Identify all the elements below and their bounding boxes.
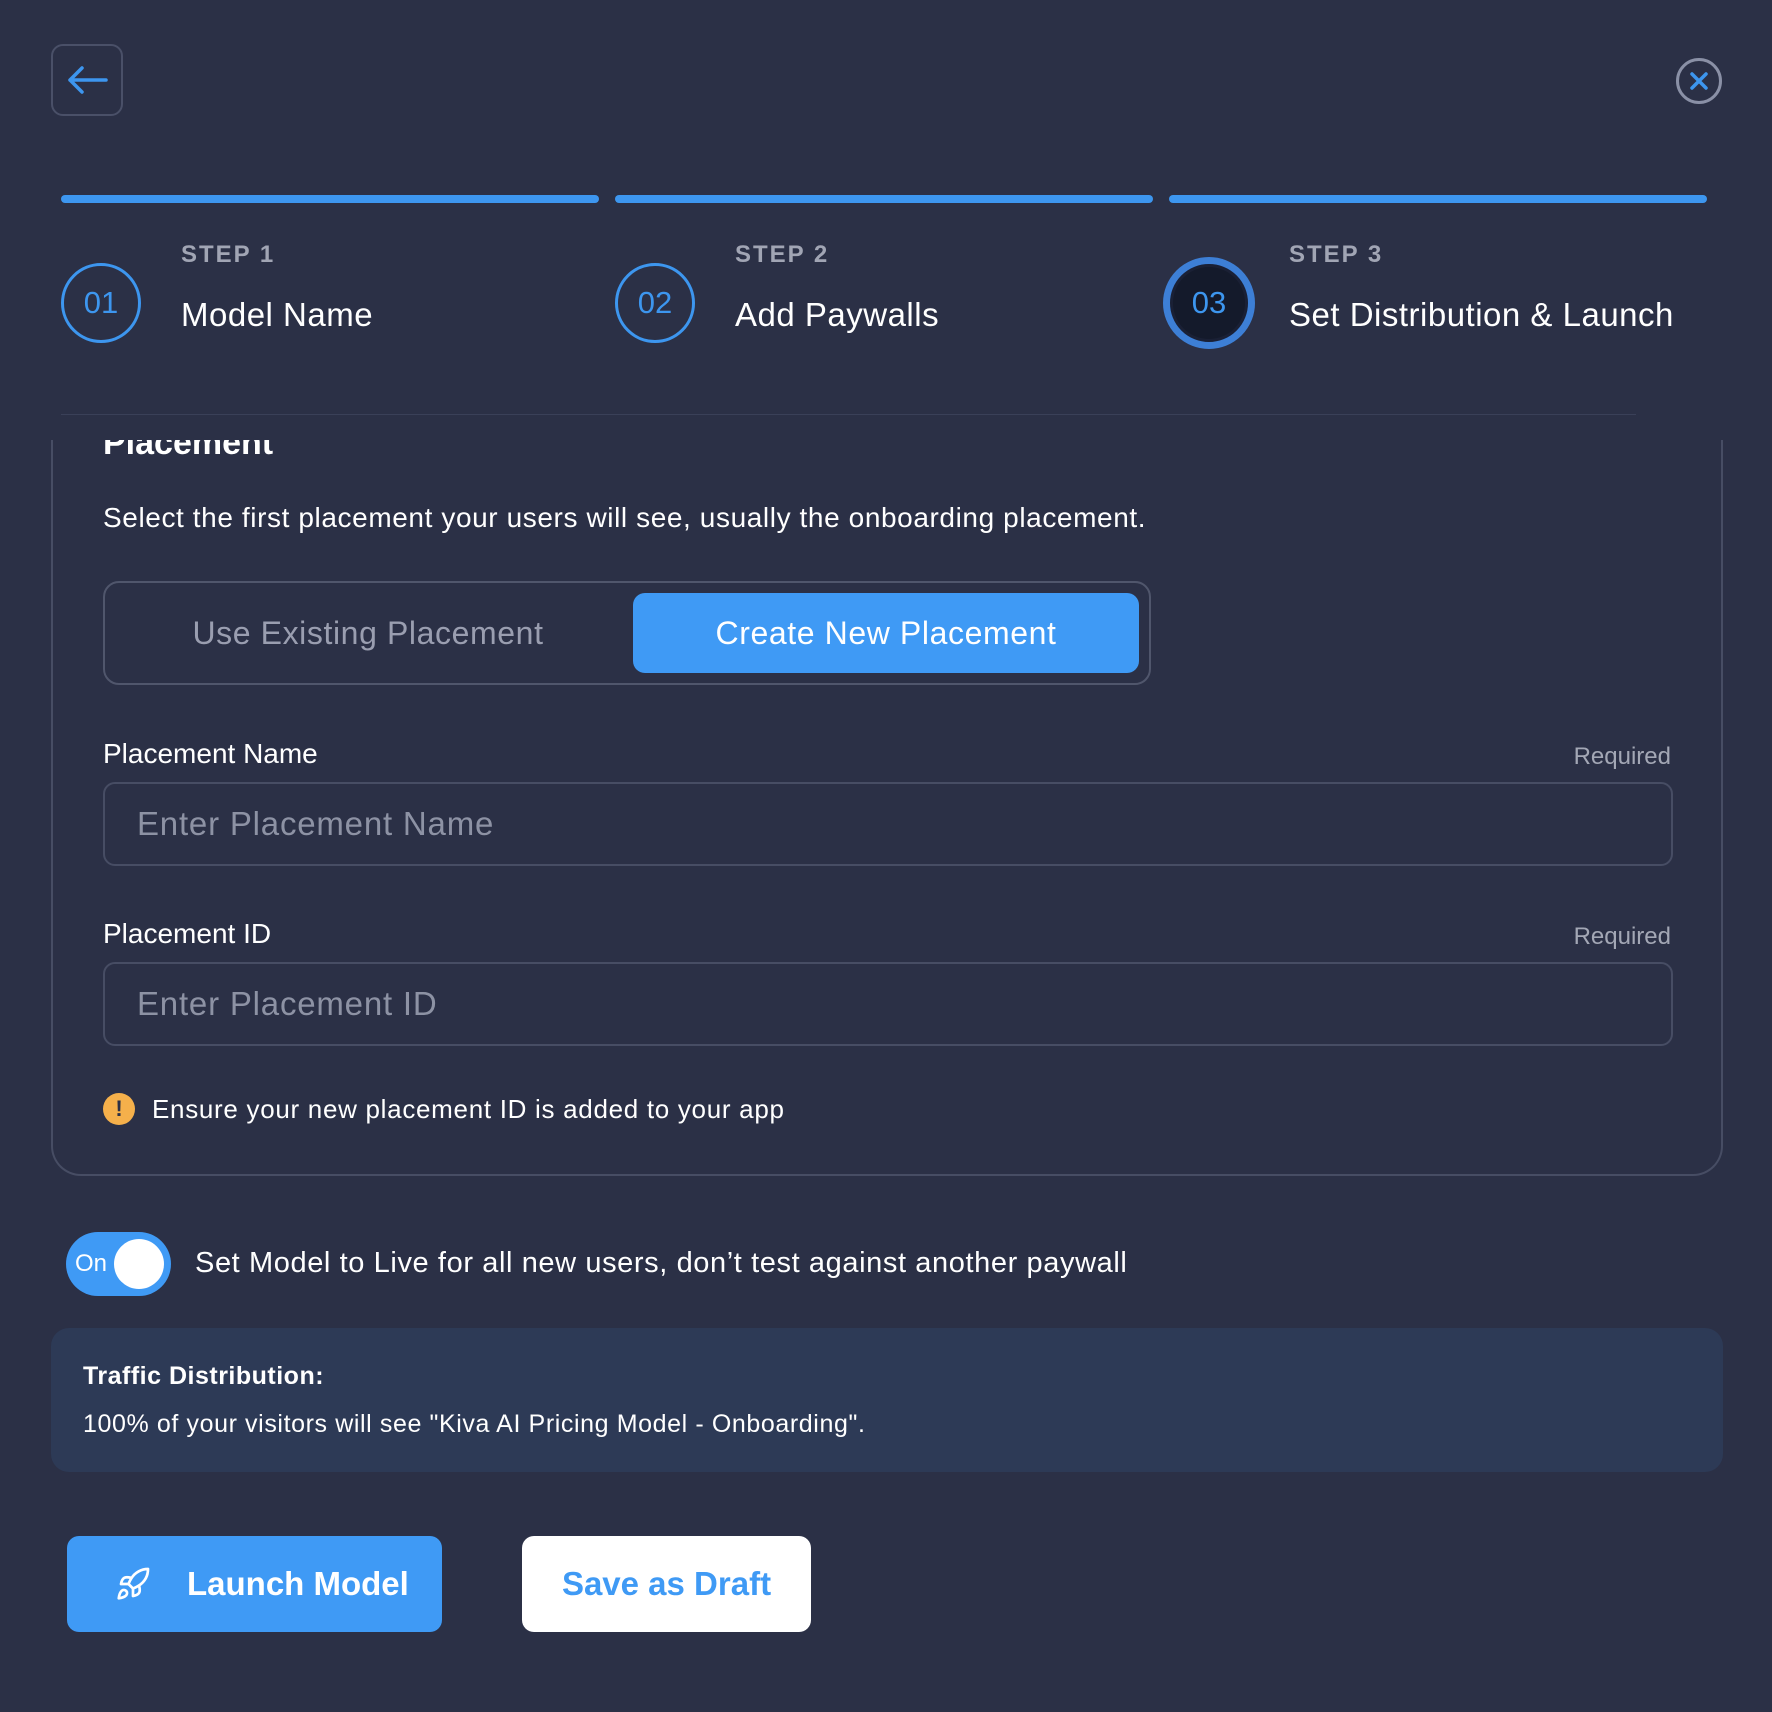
step-1-number: 01 xyxy=(61,263,141,343)
toggle-knob xyxy=(114,1239,164,1289)
step-2[interactable]: 02 STEP 2 Add Paywalls xyxy=(615,195,1153,355)
back-button[interactable] xyxy=(51,44,123,116)
launch-model-button[interactable]: Launch Model xyxy=(67,1536,442,1632)
save-as-draft-button[interactable]: Save as Draft xyxy=(522,1536,811,1632)
placement-name-required: Required xyxy=(1573,743,1671,770)
toggle-state-label: On xyxy=(75,1250,108,1277)
placement-mode-selector: Use Existing Placement Create New Placem… xyxy=(103,581,1151,685)
arrow-left-icon xyxy=(68,66,108,94)
placement-warning: ! Ensure your new placement ID is added … xyxy=(103,1093,785,1125)
close-icon xyxy=(1690,72,1708,90)
create-new-placement-option[interactable]: Create New Placement xyxy=(633,593,1139,673)
placement-id-input[interactable] xyxy=(103,962,1673,1046)
step-2-title: Add Paywalls xyxy=(735,296,940,333)
launch-model-label: Launch Model xyxy=(187,1565,409,1602)
step-3-number: 03 xyxy=(1163,257,1255,349)
placement-name-label: Placement Name xyxy=(103,738,318,769)
step-2-number: 02 xyxy=(615,263,695,343)
traffic-distribution-panel: Traffic Distribution: 100% of your visit… xyxy=(51,1328,1723,1472)
traffic-heading: Traffic Distribution: xyxy=(83,1362,325,1390)
step-1[interactable]: 01 STEP 1 Model Name xyxy=(61,195,599,355)
placement-description: Select the first placement your users wi… xyxy=(103,502,1147,533)
stepper: 01 STEP 1 Model Name 02 STEP 2 Add Paywa… xyxy=(61,195,1708,355)
step-3-progress-bar xyxy=(1169,195,1707,203)
placement-card: Placement Select the first placement you… xyxy=(51,440,1723,1176)
rocket-icon xyxy=(117,1567,150,1600)
step-3-title: Set Distribution & Launch xyxy=(1289,296,1674,333)
step-1-progress-bar xyxy=(61,195,599,203)
step-1-title: Model Name xyxy=(181,296,374,333)
header-divider xyxy=(61,414,1636,415)
traffic-text: 100% of your visitors will see "Kiva AI … xyxy=(83,1410,866,1438)
live-toggle-text: Set Model to Live for all new users, don… xyxy=(195,1247,1128,1279)
use-existing-placement-option[interactable]: Use Existing Placement xyxy=(115,593,621,673)
close-button[interactable] xyxy=(1676,58,1722,104)
warning-icon: ! xyxy=(103,1093,135,1125)
placement-section-title: Placement xyxy=(103,440,274,462)
placement-name-input[interactable] xyxy=(103,782,1673,866)
placement-id-required: Required xyxy=(1573,923,1671,950)
warning-text: Ensure your new placement ID is added to… xyxy=(152,1093,785,1124)
step-2-kicker: STEP 2 xyxy=(735,241,830,268)
step-2-progress-bar xyxy=(615,195,1153,203)
step-3[interactable]: 03 STEP 3 Set Distribution & Launch xyxy=(1163,195,1707,355)
placement-id-label: Placement ID xyxy=(103,918,272,949)
step-1-kicker: STEP 1 xyxy=(181,241,276,268)
live-toggle[interactable]: On xyxy=(66,1232,171,1296)
step-3-kicker: STEP 3 xyxy=(1289,241,1384,268)
